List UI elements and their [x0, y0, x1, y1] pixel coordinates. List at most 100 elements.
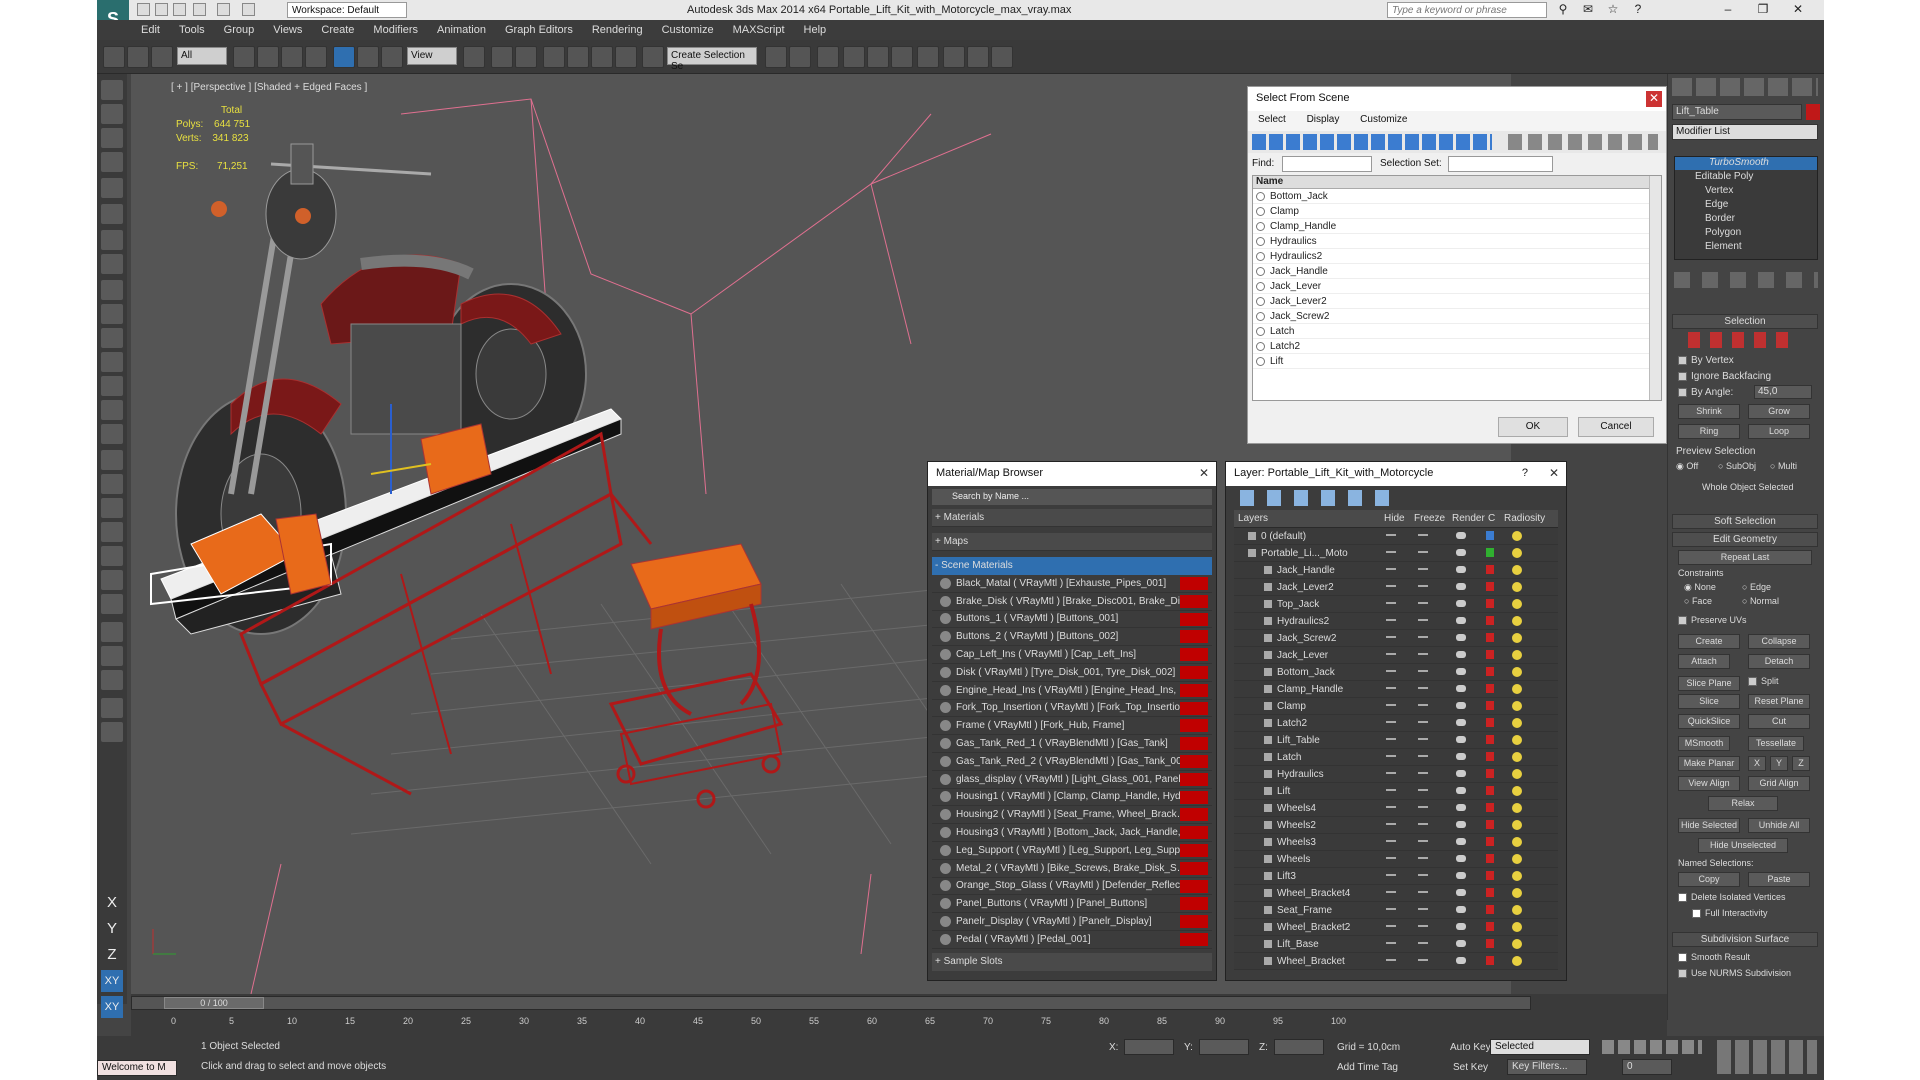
material-row[interactable]: Brake_Disk ( VRayMtl ) [Brake_Disc001, B…	[932, 592, 1212, 611]
render-teapot-icon[interactable]	[1456, 787, 1466, 794]
rollout-selection[interactable]: Selection	[1672, 314, 1818, 329]
sfs-filter-icons[interactable]	[1252, 134, 1492, 150]
layer-color-swatch[interactable]	[1486, 956, 1494, 965]
radiosity-icon[interactable]	[1512, 735, 1522, 745]
render-setup-icon[interactable]	[943, 46, 965, 68]
help-icon[interactable]: ?	[1627, 2, 1649, 18]
create-button[interactable]: Create	[1678, 634, 1740, 649]
menu-maxscript[interactable]: MAXScript	[733, 24, 785, 36]
hide-toggle[interactable]	[1386, 908, 1396, 910]
material-row[interactable]: Gas_Tank_Red_2 ( VRayBlendMtl ) [Gas_Tan…	[932, 752, 1212, 771]
radiosity-icon[interactable]	[1512, 769, 1522, 779]
freeze-toggle[interactable]	[1418, 602, 1428, 604]
create-shape-icon[interactable]	[101, 104, 123, 124]
render-production-icon[interactable]	[991, 46, 1013, 68]
axis-y-constraint[interactable]: Y	[101, 918, 123, 940]
hide-toggle[interactable]	[1386, 857, 1396, 859]
sfs-ok-button[interactable]: OK	[1498, 417, 1568, 437]
snaps-toggle-icon[interactable]	[543, 46, 565, 68]
menu-help[interactable]: Help	[804, 24, 827, 36]
hide-toggle[interactable]	[1386, 925, 1396, 927]
close-button[interactable]: ✕	[1787, 2, 1809, 18]
layer-row[interactable]: Jack_Screw2	[1234, 630, 1558, 647]
freeze-toggle[interactable]	[1418, 772, 1428, 774]
axis-xy-cycle[interactable]: XY	[101, 996, 123, 1018]
freeze-toggle[interactable]	[1418, 857, 1428, 859]
rollout-subdivision-surface[interactable]: Subdivision Surface	[1672, 932, 1818, 947]
modifier-list-dropdown[interactable]: Modifier List	[1672, 124, 1818, 140]
layer-manager-icon[interactable]	[817, 46, 839, 68]
layer-row[interactable]: Wheel_Bracket	[1234, 953, 1558, 970]
stack-border[interactable]: Border	[1705, 213, 1735, 224]
make-planar-button[interactable]: Make Planar	[1678, 756, 1740, 771]
layer-row[interactable]: Lift	[1234, 783, 1558, 800]
smooth-result-checkbox[interactable]: Smooth Result	[1678, 952, 1750, 963]
mb-close-icon[interactable]: ✕	[1196, 466, 1212, 482]
spacewarp-icon[interactable]	[101, 204, 123, 224]
material-row[interactable]: Frame ( VRayMtl ) [Fork_Hub, Frame]	[932, 717, 1212, 736]
render-teapot-icon[interactable]	[1456, 770, 1466, 777]
radiosity-icon[interactable]	[1512, 905, 1522, 915]
freeze-toggle[interactable]	[1418, 942, 1428, 944]
hide-toggle[interactable]	[1386, 772, 1396, 774]
layer-color-swatch[interactable]	[1486, 633, 1494, 642]
radiosity-icon[interactable]	[1512, 820, 1522, 830]
sun-light-icon[interactable]	[101, 400, 123, 420]
render-teapot-icon[interactable]	[1456, 804, 1466, 811]
layer-row[interactable]: Seat_Frame	[1234, 902, 1558, 919]
hair-icon[interactable]	[101, 570, 123, 590]
layer-color-swatch[interactable]	[1486, 531, 1494, 540]
mirror-icon[interactable]	[765, 46, 787, 68]
key-filters-button[interactable]: Key Filters...	[1507, 1059, 1587, 1075]
render-teapot-icon[interactable]	[1456, 872, 1466, 879]
layer-row[interactable]: Lift_Table	[1234, 732, 1558, 749]
radiosity-icon[interactable]	[1512, 650, 1522, 660]
render-teapot-icon[interactable]	[1456, 685, 1466, 692]
set-key-button[interactable]: Set Key	[1453, 1062, 1488, 1073]
cone-primitive-icon[interactable]	[101, 304, 123, 324]
sfs-object-row[interactable]: Clamp	[1253, 204, 1661, 219]
align-icon[interactable]	[789, 46, 811, 68]
material-row[interactable]: Leg_Support ( VRayMtl ) [Leg_Support, Le…	[932, 841, 1212, 860]
sfs-object-row[interactable]: Latch2	[1253, 339, 1661, 354]
axis-z-constraint[interactable]: Z	[101, 944, 123, 966]
sfs-object-row[interactable]: Jack_Screw2	[1253, 309, 1661, 324]
hide-toggle[interactable]	[1386, 874, 1396, 876]
x-coord-field[interactable]	[1124, 1039, 1174, 1055]
render-teapot-icon[interactable]	[1456, 583, 1466, 590]
msmooth-button[interactable]: MSmooth	[1678, 736, 1730, 751]
radiosity-icon[interactable]	[1512, 803, 1522, 813]
material-row[interactable]: Pedal ( VRayMtl ) [Pedal_001]	[932, 930, 1212, 949]
freeze-toggle[interactable]	[1418, 636, 1428, 638]
freeze-toggle[interactable]	[1418, 687, 1428, 689]
menu-group[interactable]: Group	[224, 24, 255, 36]
freeze-toggle[interactable]	[1418, 704, 1428, 706]
radiosity-icon[interactable]	[1512, 633, 1522, 643]
material-row[interactable]: Orange_Stop_Glass ( VRayMtl ) [Defender_…	[932, 877, 1212, 896]
cut-button[interactable]: Cut	[1748, 714, 1810, 729]
open-file-icon[interactable]	[155, 3, 168, 16]
paste-button[interactable]: Paste	[1748, 872, 1810, 887]
layer-col-color[interactable]: C	[1488, 513, 1495, 524]
layer-row[interactable]: Lift3	[1234, 868, 1558, 885]
select-rotate-icon[interactable]	[357, 46, 379, 68]
hide-toggle[interactable]	[1386, 738, 1396, 740]
hide-toggle[interactable]	[1386, 619, 1396, 621]
select-scale-icon[interactable]	[381, 46, 403, 68]
by-vertex-checkbox[interactable]: By Vertex	[1678, 355, 1734, 366]
freeze-toggle[interactable]	[1418, 874, 1428, 876]
hide-unselected-button[interactable]: Hide Unselected	[1698, 838, 1788, 853]
layer-color-swatch[interactable]	[1486, 905, 1494, 914]
sfs-object-row[interactable]: Hydraulics2	[1253, 249, 1661, 264]
create-camera-icon[interactable]	[101, 152, 123, 172]
particles-icon[interactable]	[101, 450, 123, 470]
layer-tool-icons[interactable]	[1240, 490, 1400, 506]
radiosity-icon[interactable]	[1512, 752, 1522, 762]
delete-isolated-checkbox[interactable]: Delete Isolated Vertices	[1678, 892, 1786, 903]
constraint-none-radio[interactable]: ◉ None	[1684, 582, 1716, 593]
angle-spinner[interactable]: 45,0	[1754, 385, 1812, 399]
radiosity-icon[interactable]	[1512, 565, 1522, 575]
rendered-frame-icon[interactable]	[967, 46, 989, 68]
named-selection-dropdown[interactable]: Create Selection Se	[667, 47, 757, 72]
detach-button[interactable]: Detach	[1748, 654, 1810, 669]
